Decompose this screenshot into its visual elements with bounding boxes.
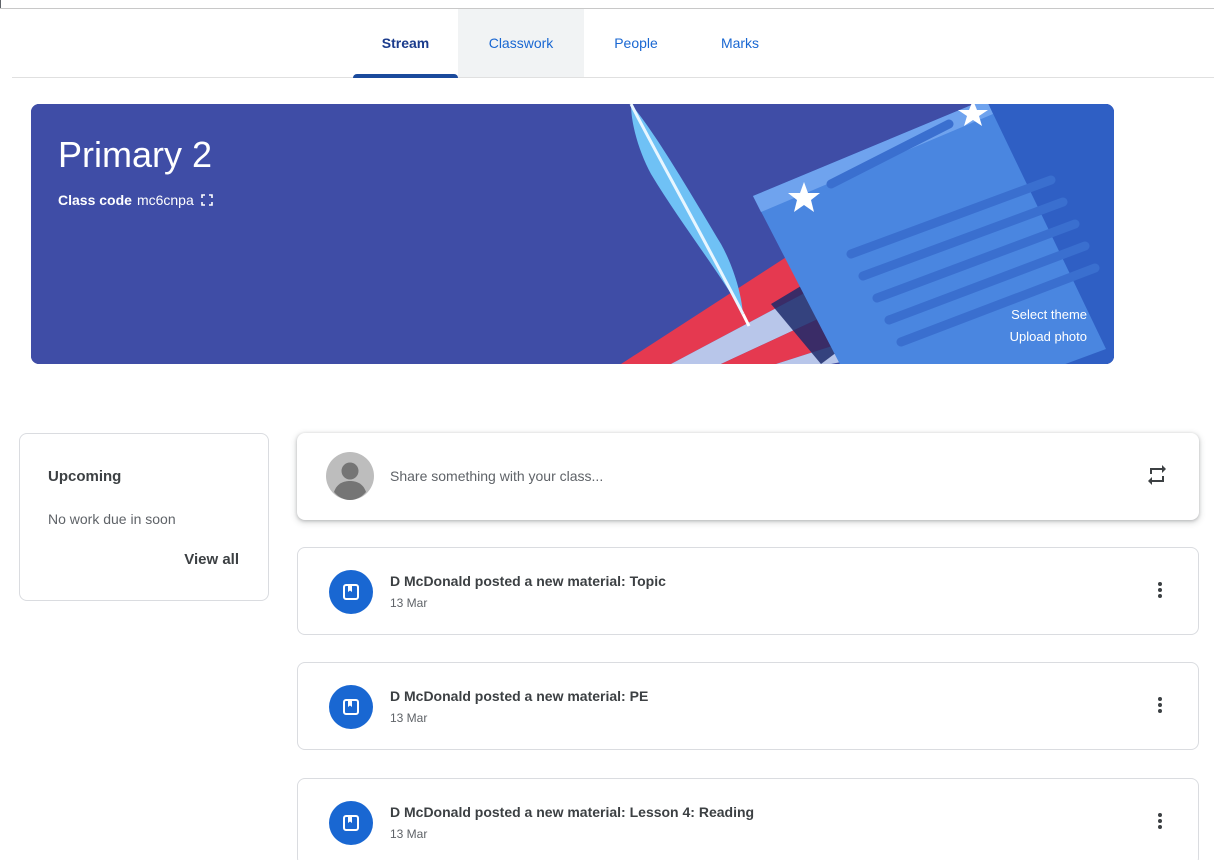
class-tab-bar: Stream Classwork People Marks — [12, 9, 1214, 78]
stream-post[interactable]: D McDonald posted a new material: PE 13 … — [297, 662, 1199, 750]
more-vert-icon[interactable] — [1148, 578, 1172, 602]
more-vert-icon[interactable] — [1148, 693, 1172, 717]
class-code-value: mc6cnpa — [136, 192, 194, 208]
window-edge-tick — [0, 0, 1, 8]
material-icon — [329, 801, 373, 845]
share-box[interactable]: Share something with your class... — [297, 433, 1199, 520]
post-title: D McDonald posted a new material: PE — [390, 688, 649, 704]
material-icon — [329, 570, 373, 614]
fullscreen-icon[interactable] — [200, 194, 213, 206]
post-title: D McDonald posted a new material: Topic — [390, 573, 666, 589]
post-date: 13 Mar — [390, 596, 428, 610]
repost-icon[interactable] — [1145, 463, 1169, 487]
upcoming-card: Upcoming No work due in soon View all — [19, 433, 269, 601]
select-theme-link[interactable]: Select theme — [1011, 307, 1087, 322]
upcoming-title: Upcoming — [48, 468, 122, 485]
stream-post[interactable]: D McDonald posted a new material: Topic … — [297, 547, 1199, 635]
upcoming-empty-text: No work due in soon — [48, 511, 176, 527]
tab-stream[interactable]: Stream — [353, 9, 458, 78]
post-date: 13 Mar — [390, 827, 428, 841]
post-title: D McDonald posted a new material: Lesson… — [390, 804, 755, 820]
material-icon — [329, 685, 373, 729]
tab-classwork[interactable]: Classwork — [458, 9, 584, 77]
stream-post[interactable]: D McDonald posted a new material: Lesson… — [297, 778, 1199, 860]
class-banner: Primary 2 Class code mc6cnpa Select them… — [31, 104, 1114, 364]
view-all-link[interactable]: View all — [184, 551, 239, 568]
tab-people[interactable]: People — [584, 9, 688, 77]
more-vert-icon[interactable] — [1148, 809, 1172, 833]
class-code-row: Class code mc6cnpa — [58, 192, 213, 208]
class-title: Primary 2 — [58, 134, 213, 175]
avatar — [326, 452, 374, 500]
tab-marks[interactable]: Marks — [688, 9, 792, 77]
share-input[interactable]: Share something with your class... — [390, 468, 603, 484]
post-date: 13 Mar — [390, 711, 428, 725]
upload-photo-link[interactable]: Upload photo — [1010, 329, 1087, 344]
class-code-label: Class code — [58, 192, 132, 208]
